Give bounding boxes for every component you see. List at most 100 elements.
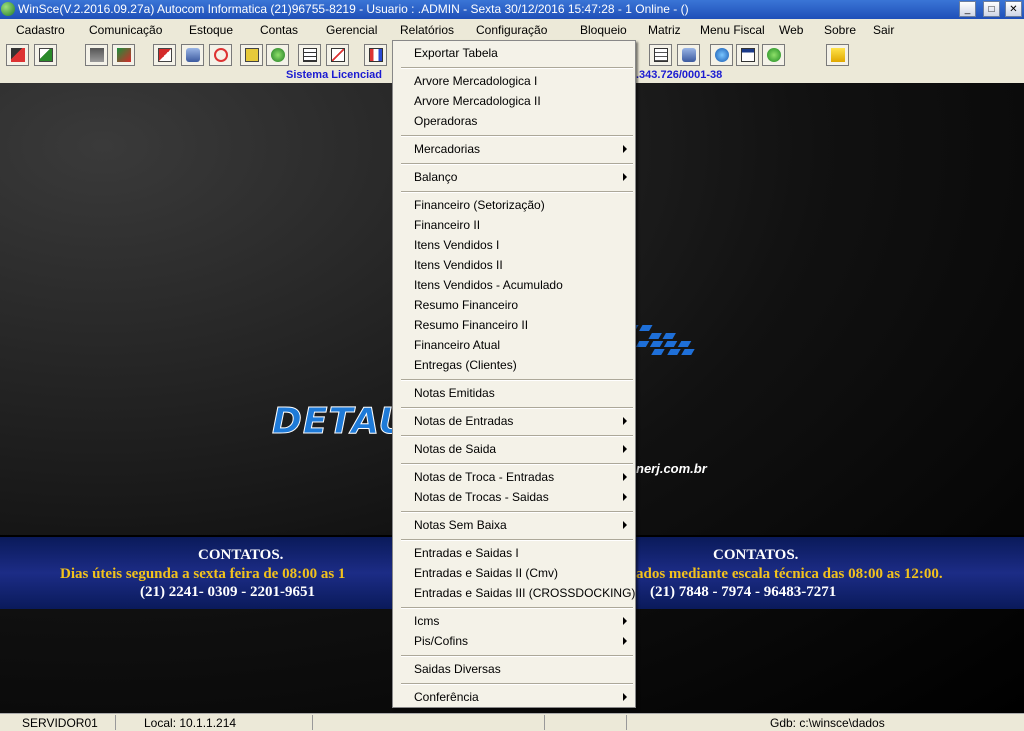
contacts-left-title: CONTATOS. [198,547,284,563]
menu-item-pis-cofins[interactable]: Pis/Cofins [393,631,635,651]
menu-sair[interactable]: Sair [873,23,894,37]
menu-item-label: Operadoras [414,114,478,128]
menu-item-label: Conferência [414,690,479,704]
menu-relatorios[interactable]: Relatórios [400,23,455,37]
menu-item-itens-vendidos-acumulado[interactable]: Itens Vendidos - Acumulado [393,275,635,295]
menu-estoque[interactable]: Estoque [189,23,233,37]
menu-fiscal[interactable]: Menu Fiscal [700,23,765,37]
submenu-arrow-icon [623,693,627,701]
submenu-arrow-icon [623,417,627,425]
menu-item-arvore-mercadologica-1[interactable]: Arvore Mercadologica I [393,71,635,91]
menu-item-notas-emitidas[interactable]: Notas Emitidas [393,383,635,403]
menu-item-label: Exportar Tabela [414,46,498,60]
toolbar-button-5[interactable] [153,44,176,66]
exit-icon [830,48,845,62]
menu-item-label: Notas de Troca - Entradas [414,470,555,484]
menu-item-label: Mercadorias [414,142,481,156]
menu-web[interactable]: Web [779,23,803,37]
maximize-button[interactable]: □ [983,1,1000,17]
menu-item-resumo-financeiro[interactable]: Resumo Financeiro [393,295,635,315]
menu-item-financeiro-2[interactable]: Financeiro II [393,215,635,235]
menu-item-financeiro-setorizacao[interactable]: Financeiro (Setorização) [393,195,635,215]
menu-item-label: Notas Emitidas [414,386,495,400]
menu-item-saidas-diversas[interactable]: Saidas Diversas [393,659,635,679]
toolbar-button-2[interactable] [34,44,57,66]
close-button[interactable]: ✕ [1005,1,1022,17]
menu-item-resumo-financeiro-2[interactable]: Resumo Financeiro II [393,315,635,335]
menu-item-operadoras[interactable]: Operadoras [393,111,635,131]
relatorios-dropdown-menu: Exportar Tabela Arvore Mercadologica I A… [392,40,636,708]
toolbar-button-16[interactable] [736,44,759,66]
menu-cadastro[interactable]: Cadastro [16,23,65,37]
scanner2-icon [681,48,696,62]
menu-item-label: Itens Vendidos I [414,238,500,252]
menu-item-label: Balanço [414,170,458,184]
computers-icon [89,48,104,62]
menu-separator [401,511,633,513]
toolbar-button-15[interactable] [710,44,733,66]
menu-item-entregas-clientes[interactable]: Entregas (Clientes) [393,355,635,375]
toolbar-button-17[interactable] [762,44,785,66]
minimize-button[interactable]: _ [959,1,976,17]
toolbar-button-13[interactable] [649,44,672,66]
menu-bloqueio[interactable]: Bloqueio [580,23,627,37]
menu-item-notas-de-saida[interactable]: Notas de Saida [393,439,635,459]
menu-separator [401,191,633,193]
menu-item-label: Entradas e Saidas II (Cmv) [414,566,559,580]
menu-item-notas-trocas-saidas[interactable]: Notas de Trocas - Saidas [393,487,635,507]
menu-item-notas-troca-entradas[interactable]: Notas de Troca - Entradas [393,467,635,487]
menu-separator [401,607,633,609]
toolbar-button-3[interactable] [85,44,108,66]
menu-item-itens-vendidos-1[interactable]: Itens Vendidos I [393,235,635,255]
menu-item-label: Financeiro II [414,218,481,232]
scanner-icon [185,48,200,62]
toolbar-button-8[interactable] [240,44,263,66]
menu-item-arvore-mercadologica-2[interactable]: Arvore Mercadologica II [393,91,635,111]
menu-item-label: Icms [414,614,440,628]
menu-item-exportar-tabela[interactable]: Exportar Tabela [393,43,635,63]
menu-item-conferencia[interactable]: Conferência [393,687,635,707]
menu-comunicacao[interactable]: Comunicação [89,23,162,37]
menu-sobre[interactable]: Sobre [824,23,856,37]
toolbar-button-6[interactable] [181,44,204,66]
toolbar-button-11[interactable] [326,44,349,66]
menu-item-icms[interactable]: Icms [393,611,635,631]
brand-logo-text: DETAU [272,401,409,443]
toolbar-button-10[interactable] [298,44,321,66]
app-globe-icon [1,2,15,16]
menu-item-label: Entregas (Clientes) [414,358,517,372]
toolbar-button-7[interactable] [209,44,232,66]
menu-item-notas-de-entradas[interactable]: Notas de Entradas [393,411,635,431]
toolbar-button-12[interactable] [364,44,387,66]
menu-item-label: Itens Vendidos II [414,258,503,272]
menu-separator [401,435,633,437]
menu-item-balanco[interactable]: Balanço [393,167,635,187]
menu-item-financeiro-atual[interactable]: Financeiro Atual [393,335,635,355]
menu-item-entradas-saidas-2[interactable]: Entradas e Saidas II (Cmv) [393,563,635,583]
menu-item-label: Entradas e Saidas III (CROSSDOCKING) [414,586,636,600]
menu-contas[interactable]: Contas [260,23,298,37]
status-divider [312,715,313,730]
submenu-arrow-icon [623,521,627,529]
menu-matriz[interactable]: Matriz [648,23,681,37]
menu-separator [401,407,633,409]
toolbar-button-18[interactable] [826,44,849,66]
menu-item-notas-sem-baixa[interactable]: Notas Sem Baixa [393,515,635,535]
toolbar-button-4[interactable] [112,44,135,66]
menu-item-itens-vendidos-2[interactable]: Itens Vendidos II [393,255,635,275]
menu-item-entradas-saidas-1[interactable]: Entradas e Saidas I [393,543,635,563]
globe-icon [714,48,729,62]
toolbar-button-9[interactable] [266,44,289,66]
toolbar-button-14[interactable] [677,44,700,66]
menu-gerencial[interactable]: Gerencial [326,23,377,37]
license-text: Sistema Licenciad [286,69,382,81]
submenu-arrow-icon [623,493,627,501]
menu-item-entradas-saidas-3[interactable]: Entradas e Saidas III (CROSSDOCKING) [393,583,635,603]
transfer-icon [157,48,172,62]
cycle-icon [213,48,228,62]
menu-configuracao[interactable]: Configuração [476,23,547,37]
toolbar-button-1[interactable] [6,44,29,66]
menu-item-mercadorias[interactable]: Mercadorias [393,139,635,159]
menu-separator [401,463,633,465]
calculator-icon [302,48,317,62]
